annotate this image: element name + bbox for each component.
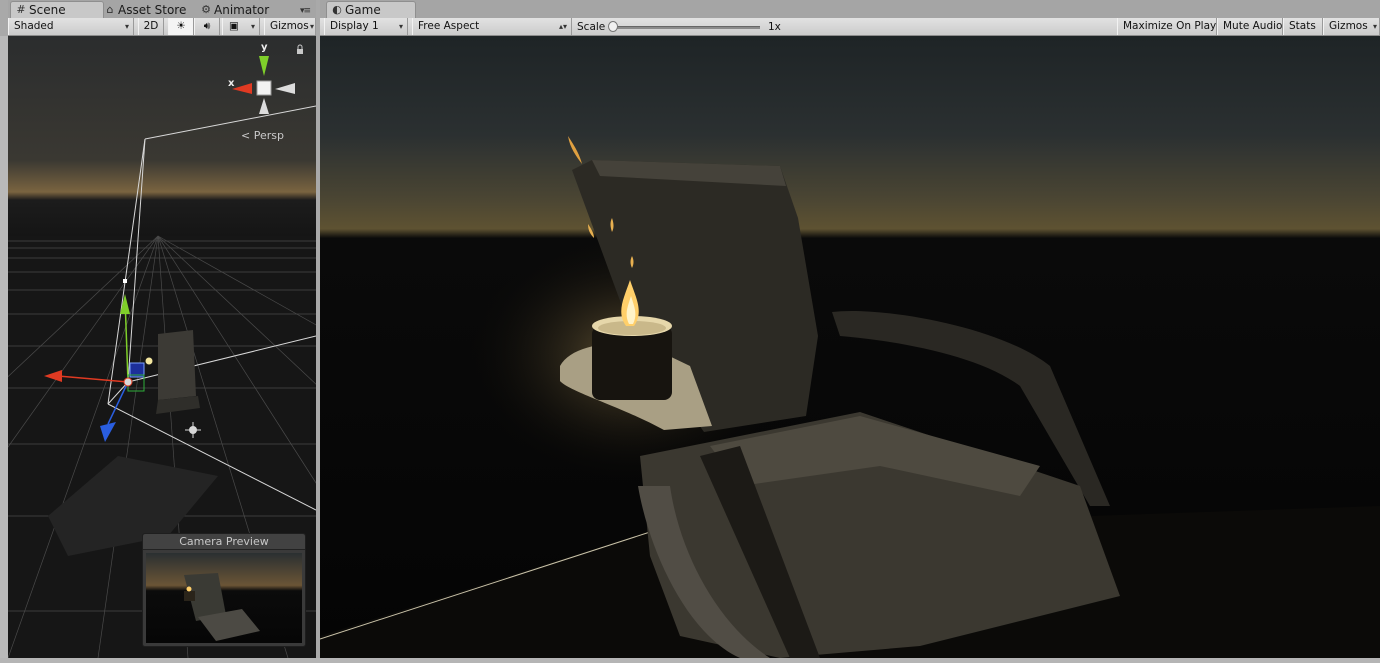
- orientation-y-label: y: [261, 42, 268, 53]
- speaker-icon: 🔊︎: [203, 20, 211, 32]
- projection-toggle[interactable]: < Persp: [241, 129, 284, 142]
- aspect-dropdown[interactable]: Free Aspect ▴▾: [412, 18, 572, 35]
- preview-candle: [184, 591, 195, 601]
- projection-label: Persp: [253, 129, 284, 142]
- image-icon: ▣: [229, 20, 239, 32]
- stats-label: Stats: [1289, 20, 1316, 32]
- tab-game-label: Game: [345, 3, 381, 17]
- store-icon: ⌂: [106, 3, 114, 16]
- scene-viewport[interactable]: y x < Persp Camera Preview: [8, 36, 316, 658]
- game-render: [320, 36, 1380, 658]
- tab-animator[interactable]: ⚙ Animator: [196, 2, 275, 18]
- scene-lighting-toggle[interactable]: ☀: [168, 18, 194, 35]
- scale-value: 1x: [768, 21, 781, 33]
- mute-audio-toggle[interactable]: Mute Audio: [1217, 18, 1283, 35]
- tab-scene[interactable]: # Scene: [10, 1, 104, 19]
- point-light-icon[interactable]: [145, 357, 153, 365]
- game-gizmos-dropdown[interactable]: Gizmos ▾: [1323, 18, 1380, 35]
- game-tab-strip: ◐ Game: [320, 0, 1380, 19]
- scale-slider-thumb[interactable]: [608, 21, 618, 32]
- mute-audio-label: Mute Audio: [1223, 20, 1283, 32]
- camera-preview: Camera Preview: [142, 533, 306, 647]
- window-left-edge: [0, 36, 8, 663]
- 2d-toggle-label: 2D: [143, 20, 159, 32]
- panel-menu-icon[interactable]: ▾≡: [300, 6, 311, 16]
- camera-preview-render: [146, 553, 302, 643]
- grid-icon: #: [16, 3, 26, 16]
- sun-icon: ☀: [176, 20, 186, 32]
- scale-label: Scale: [577, 21, 606, 33]
- tab-game[interactable]: ◐ Game: [326, 1, 416, 19]
- gizmo-center[interactable]: [123, 377, 133, 387]
- orientation-center-cube[interactable]: [256, 80, 272, 96]
- orientation-x-label: x: [228, 78, 235, 89]
- chevron-down-icon: ▴▾: [558, 22, 567, 31]
- chevron-down-icon: ▾: [309, 22, 314, 31]
- animator-icon: ⚙: [201, 3, 211, 16]
- preview-flame: [186, 586, 192, 592]
- game-gizmos-label: Gizmos: [1329, 20, 1368, 32]
- chevron-down-icon: ▾: [1372, 22, 1377, 31]
- display-dropdown[interactable]: Display 1 ▾: [324, 18, 408, 35]
- tab-animator-label: Animator: [214, 3, 270, 17]
- scale-control: Scale 1x: [572, 18, 786, 35]
- scene-chair: [158, 330, 196, 400]
- scene-gizmos-dropdown[interactable]: Gizmos ▾: [264, 18, 316, 35]
- chevron-down-icon: ▾: [398, 22, 403, 31]
- maximize-on-play-toggle[interactable]: Maximize On Play: [1117, 18, 1217, 35]
- scene-gizmos-label: Gizmos: [270, 20, 309, 32]
- maximize-on-play-label: Maximize On Play: [1123, 20, 1217, 32]
- aspect-value: Free Aspect: [418, 20, 480, 32]
- candle-jar: [592, 326, 672, 400]
- game-viewport[interactable]: [320, 36, 1380, 658]
- 2d-toggle-button[interactable]: 2D: [138, 18, 164, 35]
- tab-asset-store[interactable]: ⌂ Asset Store: [100, 2, 192, 18]
- scene-effects-dropdown[interactable]: ▣ ▾: [222, 18, 260, 35]
- scene-toolbar: Shaded ▾ 2D ☀ 🔊︎ ▣ ▾ Gizmos ▾: [8, 18, 316, 36]
- scene-audio-toggle[interactable]: 🔊︎: [194, 18, 220, 35]
- camera-preview-title: Camera Preview: [143, 534, 305, 550]
- shading-mode-dropdown[interactable]: Shaded ▾: [8, 18, 134, 35]
- chevron-down-icon: ▾: [250, 22, 255, 31]
- scene-tab-strip: # Scene ⌂ Asset Store ⚙ Animator ▾≡: [8, 0, 316, 19]
- window-bottom-edge: [0, 658, 1380, 663]
- scale-slider-track[interactable]: [612, 26, 760, 29]
- persp-icon: <: [241, 129, 251, 142]
- lock-icon[interactable]: [297, 49, 303, 54]
- tab-asset-store-label: Asset Store: [118, 3, 187, 17]
- game-controller-icon: ◐: [332, 3, 342, 16]
- chevron-down-icon: ▾: [124, 22, 129, 31]
- game-toolbar: Display 1 ▾ Free Aspect ▴▾ Scale 1x Maxi…: [320, 18, 1380, 36]
- shading-mode-value: Shaded: [14, 20, 54, 32]
- tab-scene-label: Scene: [29, 3, 66, 17]
- display-value: Display 1: [330, 20, 379, 32]
- stats-toggle[interactable]: Stats: [1283, 18, 1323, 35]
